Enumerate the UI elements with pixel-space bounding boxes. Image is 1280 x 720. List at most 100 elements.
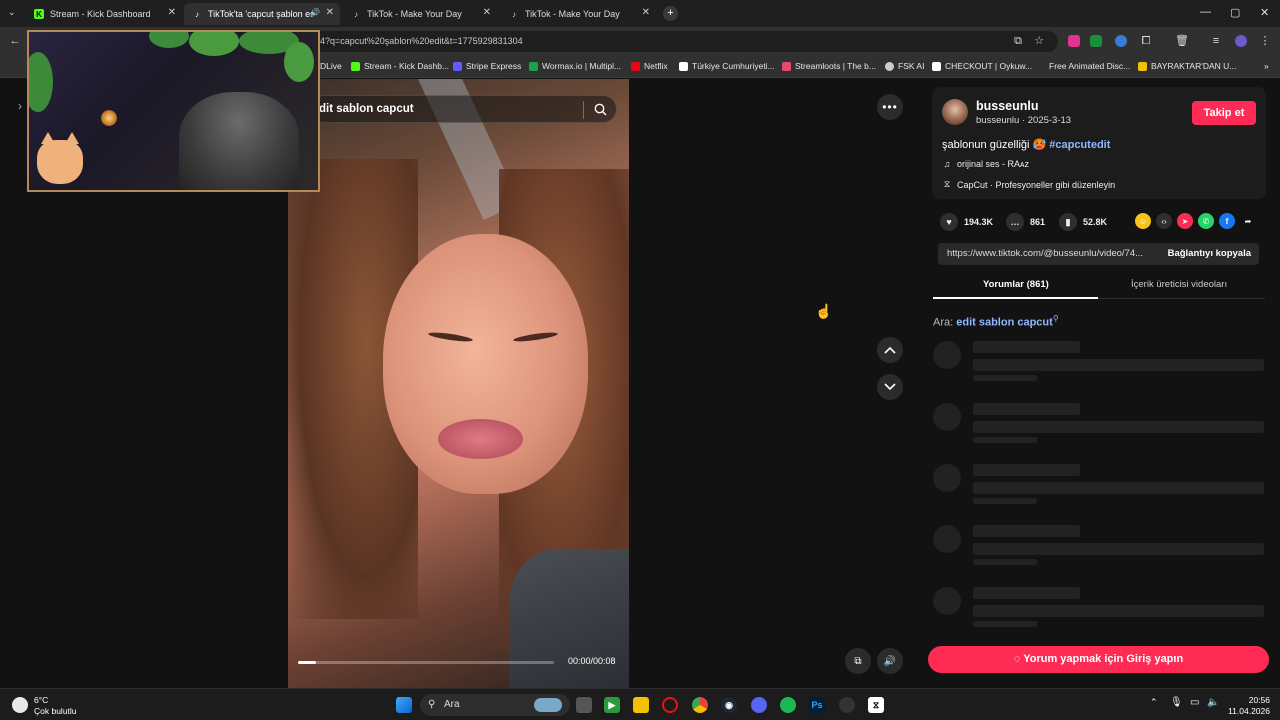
taskbar-search[interactable]: ⚲ Ara xyxy=(420,694,570,716)
bookmark-checkout[interactable]: CHECKOUT | Oykuw... xyxy=(932,61,1032,71)
tray-chevron-up-icon[interactable]: ⌃ xyxy=(1150,697,1158,708)
bookmark-star-icon[interactable]: ☆ xyxy=(1033,35,1045,47)
login-label: Yorum yapmak için Giriş yapın xyxy=(1023,653,1184,665)
tab-tiktok-make-your-day[interactable]: ♪ TikTok - Make Your Day ✕ xyxy=(343,3,497,25)
tab-tiktok-search[interactable]: ♪ TikTok'ta 'capcut şablon edi 🔊 ✕ xyxy=(184,3,340,25)
facebook-icon[interactable]: f xyxy=(1219,213,1235,229)
extension-icon[interactable] xyxy=(1090,35,1102,47)
profile-avatar[interactable] xyxy=(1235,35,1247,47)
prev-arrow-icon[interactable]: › xyxy=(18,99,22,113)
file-explorer-icon[interactable] xyxy=(633,697,649,713)
extension-icon[interactable] xyxy=(1068,35,1080,47)
search-term[interactable]: edit sablon capcut xyxy=(956,317,1053,329)
menu-dots-icon[interactable]: ⋮ xyxy=(1259,35,1271,47)
share-friends-icon[interactable]: ☺ xyxy=(1135,213,1151,229)
close-window-icon[interactable]: ✕ xyxy=(1260,6,1269,19)
bookmarks-overflow-icon[interactable]: » xyxy=(1264,61,1269,71)
tab-comments[interactable]: Yorumlar (861) xyxy=(983,279,1049,290)
tab-tiktok-make-your-day-2[interactable]: ♪ TikTok - Make Your Day ✕ xyxy=(501,3,656,25)
mute-icon[interactable]: 🔊 xyxy=(310,8,320,17)
chrome-icon[interactable] xyxy=(692,697,708,713)
tab-creator-videos[interactable]: İçerik üreticisi videoları xyxy=(1131,279,1227,290)
search-bar[interactable]: dit sablon capcut xyxy=(310,95,617,123)
back-arrow-icon[interactable]: ← xyxy=(9,35,21,47)
tab-label: TikTok - Make Your Day xyxy=(525,9,620,19)
maximize-icon[interactable]: ▢ xyxy=(1230,6,1240,19)
sound-link[interactable]: ♫ orijinal ses - RAᴀᴢ xyxy=(942,159,1029,169)
video-progress-bar[interactable] xyxy=(298,661,554,664)
bookmark-animated-disc[interactable]: Free Animated Disc... xyxy=(1049,61,1130,71)
video-link-url[interactable]: https://www.tiktok.com/@busseunlu/video/… xyxy=(947,248,1152,259)
search-input[interactable]: dit sablon capcut xyxy=(319,103,414,115)
obs-icon[interactable] xyxy=(839,697,855,713)
follow-button[interactable]: Takip et xyxy=(1192,101,1256,125)
like-button[interactable]: ♥ 194.3K xyxy=(940,213,993,231)
install-app-icon[interactable]: ⧉ xyxy=(1012,35,1024,47)
tab-kick-dashboard[interactable]: K Stream - Kick Dashboard ✕ xyxy=(26,3,182,25)
bookmark-bayraktar[interactable]: BAYRAKTAR'DAN U... xyxy=(1138,61,1236,71)
microphone-icon[interactable]: 🎙 xyxy=(1170,697,1183,708)
hashtag-link[interactable]: #capcutedit xyxy=(1049,139,1110,151)
opera-icon[interactable] xyxy=(662,697,678,713)
caption-text: şablonun güzelliği 🥵 xyxy=(942,139,1050,151)
volume-button[interactable]: 🔊 xyxy=(877,648,903,674)
more-options-button[interactable]: ••• xyxy=(877,94,903,120)
capcut-icon[interactable]: ⧖ xyxy=(868,697,884,713)
close-icon[interactable]: ✕ xyxy=(642,7,650,18)
capcut-link[interactable]: ⧖ CapCut · Profesyoneller gibi düzenleyi… xyxy=(942,179,1115,190)
bookmark-dlive[interactable]: DLive xyxy=(320,61,342,71)
bookmark-stripe[interactable]: Stripe Express xyxy=(453,61,521,71)
author-username[interactable]: busseunlu xyxy=(976,99,1039,113)
streaming-app-icon[interactable]: ▶ xyxy=(604,697,620,713)
comment-button[interactable]: … 861 xyxy=(1006,213,1045,231)
extensions-puzzle-icon[interactable]: ⧠ xyxy=(1140,35,1152,47)
close-icon[interactable]: ✕ xyxy=(168,7,176,18)
whatsapp-icon[interactable]: ✆ xyxy=(1198,213,1214,229)
share-send-icon[interactable]: ➤ xyxy=(1177,213,1193,229)
save-button[interactable]: ▮ 52.8K xyxy=(1059,213,1107,231)
minimize-icon[interactable]: — xyxy=(1200,6,1211,18)
trash-icon[interactable]: 🗑 xyxy=(1175,35,1189,47)
address-bar[interactable]: 4?q=capcut%20şablon%20edit&t=17759298313… xyxy=(300,31,1058,52)
discord-icon[interactable] xyxy=(751,697,767,713)
login-to-comment-button[interactable]: ◌ Yorum yapmak için Giriş yapın xyxy=(928,646,1269,673)
browser-tab-strip: ⌄ K Stream - Kick Dashboard ✕ ♪ TikTok't… xyxy=(0,0,1280,27)
mouse-cursor: ☝ xyxy=(815,303,833,319)
floating-player-button[interactable]: ⧉ xyxy=(845,648,871,674)
close-icon[interactable]: ✕ xyxy=(326,7,334,18)
network-icon[interactable]: ▭ xyxy=(1190,697,1199,708)
video-player[interactable] xyxy=(288,79,629,688)
spotify-icon[interactable] xyxy=(780,697,796,713)
search-icon[interactable] xyxy=(594,103,607,116)
close-icon[interactable]: ✕ xyxy=(483,7,491,18)
capcut-icon: ⧖ xyxy=(943,179,951,189)
new-tab-button[interactable]: + xyxy=(663,6,678,21)
bookmark-netflix[interactable]: Netflix xyxy=(631,61,668,71)
media-controls-icon[interactable]: ≡ xyxy=(1210,35,1222,47)
chevron-up-icon xyxy=(884,346,896,354)
tab-list-chevron-icon[interactable]: ⌄ xyxy=(8,7,16,18)
search-divider xyxy=(583,101,584,119)
photoshop-icon[interactable]: Ps xyxy=(809,697,825,713)
next-video-button[interactable] xyxy=(877,374,903,400)
avatar[interactable] xyxy=(942,99,968,125)
vine-decoration xyxy=(149,32,189,48)
bookmark-streamloots[interactable]: Streamloots | The b... xyxy=(782,61,876,71)
extension-icon[interactable] xyxy=(1115,35,1127,47)
previous-video-button[interactable] xyxy=(877,337,903,363)
stripe-icon xyxy=(453,61,462,71)
speaker-icon[interactable]: 🔈 xyxy=(1207,697,1219,708)
vine-decoration xyxy=(29,52,53,112)
copy-link-button[interactable]: Bağlantıyı kopyala xyxy=(1168,248,1251,259)
bookmark-turkiye[interactable]: Türkiye Cumhuriyeti... xyxy=(679,61,775,71)
share-arrow-icon[interactable]: ➦ xyxy=(1240,213,1256,229)
task-view-icon[interactable] xyxy=(576,697,592,713)
bookmark-fsk-ai[interactable]: FSK AI xyxy=(885,61,924,71)
embed-code-icon[interactable]: ‹› xyxy=(1156,213,1172,229)
bookmark-wormax[interactable]: Wormax.io | Multipl... xyxy=(529,61,621,71)
comment-search-suggestion[interactable]: Ara: edit sablon capcut⚲ xyxy=(933,314,1059,329)
steam-icon[interactable]: ◉ xyxy=(721,697,737,713)
bookmark-kick[interactable]: Stream - Kick Dashb... xyxy=(351,61,449,71)
windows-start-icon[interactable] xyxy=(396,697,412,713)
system-clock[interactable]: 20:56 11.04.2026 xyxy=(1228,695,1270,717)
